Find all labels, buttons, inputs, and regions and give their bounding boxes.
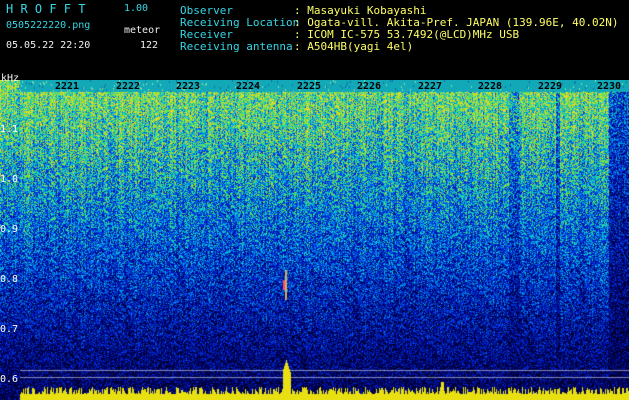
freq-tick: 0.9 <box>0 224 19 235</box>
info-value-observer: : Masayuki Kobayashi <box>294 4 427 17</box>
time-tick: 2227 <box>418 81 443 92</box>
info-value-antenna: : A504HB(yagi 4el) <box>294 40 414 53</box>
app-version: 1.00 <box>124 3 149 14</box>
freq-tick: 1.1 <box>0 124 19 135</box>
time-tick: 2230 <box>597 81 622 92</box>
info-label-observer: Observer <box>180 4 233 17</box>
time-tick: 2225 <box>297 81 322 92</box>
time-tick: 2226 <box>357 81 382 92</box>
freq-unit-label: kHz <box>1 73 20 84</box>
info-label-location: Receiving Location <box>180 16 300 29</box>
info-value-location: : Ogata-vill. Akita-Pref. JAPAN (139.96E… <box>294 16 619 29</box>
app-name: H R O F F T <box>6 2 86 16</box>
time-tick: 2229 <box>538 81 563 92</box>
time-tick: 2222 <box>116 81 141 92</box>
time-tick: 2223 <box>176 81 201 92</box>
file-name: 0505222220.png <box>6 20 91 31</box>
info-label-antenna: Receiving antenna <box>180 40 293 53</box>
hroft-window: H R O F F T 1.00 0505222220.png meteor 0… <box>0 0 629 400</box>
date-time: 05.05.22 22:20 <box>6 40 91 51</box>
spectrogram <box>0 80 629 400</box>
freq-tick: 0.7 <box>0 324 19 335</box>
freq-tick: 0.6 <box>0 374 19 385</box>
time-tick: 2221 <box>55 81 80 92</box>
time-tick: 2224 <box>236 81 261 92</box>
freq-tick: 1.0 <box>0 174 19 185</box>
info-value-receiver: : ICOM IC-575 53.7492(@LCD)MHz USB <box>294 28 520 41</box>
detection-count: 122 <box>140 40 159 51</box>
info-label-receiver: Receiver <box>180 28 233 41</box>
freq-tick: 0.8 <box>0 274 19 285</box>
time-tick: 2228 <box>478 81 503 92</box>
detector-label: meteor <box>124 25 161 36</box>
